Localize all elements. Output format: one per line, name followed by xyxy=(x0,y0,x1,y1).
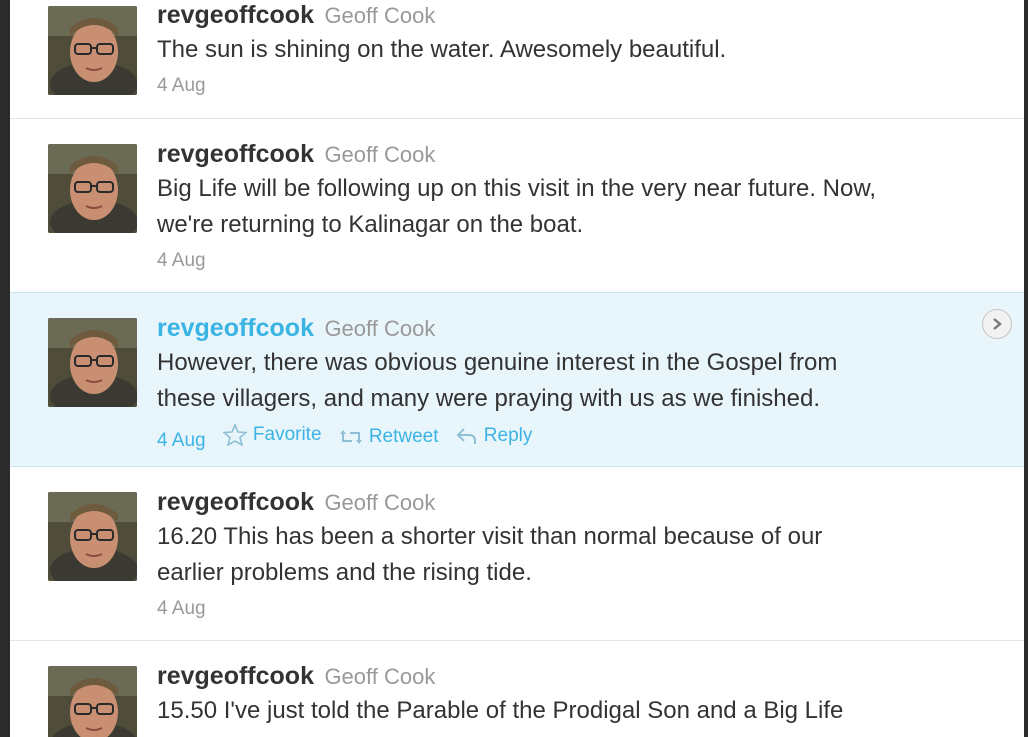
favorite-label: Favorite xyxy=(252,424,322,445)
retweet-label: Retweet xyxy=(368,426,439,447)
screen-name-link[interactable]: revgeoffcook xyxy=(157,488,314,516)
avatar[interactable] xyxy=(48,666,137,737)
tweet-text-line: we're returning to Kalinagar on the boat… xyxy=(157,211,584,238)
screen-name-link[interactable]: revgeoffcook xyxy=(157,662,314,690)
tweet-item[interactable]: revgeoffcook Geoff Cook However, there w… xyxy=(10,292,1024,467)
tweet-item[interactable]: revgeoffcook Geoff Cook Big Life will be… xyxy=(10,119,1024,293)
full-name: Geoff Cook xyxy=(324,664,436,689)
avatar-image xyxy=(48,6,137,95)
timestamp-link[interactable]: 4 Aug xyxy=(157,430,206,451)
tweet-text-line: The sun is shining on the water. Awesome… xyxy=(157,36,727,63)
tweet-item[interactable]: revgeoffcook Geoff Cook 15.50 I've just … xyxy=(10,641,1024,737)
tweet-text-line: 15.50 I've just told the Parable of the … xyxy=(157,697,844,724)
window-right-edge xyxy=(1024,0,1028,737)
avatar[interactable] xyxy=(48,6,137,95)
tweet-text-line: 16.20 This has been a shorter visit than… xyxy=(157,523,823,550)
full-name: Geoff Cook xyxy=(324,490,436,515)
favorite-button[interactable]: Favorite xyxy=(222,422,322,448)
reply-icon xyxy=(456,428,476,444)
retweet-button[interactable]: Retweet xyxy=(339,424,439,450)
tweet-item[interactable]: revgeoffcook Geoff Cook The sun is shini… xyxy=(10,0,1024,119)
screen-name-link[interactable]: revgeoffcook xyxy=(157,1,314,29)
avatar[interactable] xyxy=(48,492,137,581)
avatar-image xyxy=(48,318,137,407)
tweet-text: The sun is shining on the water. Awesome… xyxy=(157,32,984,68)
screen-name-link[interactable]: revgeoffcook xyxy=(157,314,314,342)
tweet-text-line: these villagers, and many were praying w… xyxy=(157,385,820,412)
tweet-text: Big Life will be following up on this vi… xyxy=(157,171,984,243)
timestamp-link[interactable]: 4 Aug xyxy=(157,250,206,271)
tweet-text-line: However, there was obvious genuine inter… xyxy=(157,349,838,376)
open-details-button[interactable] xyxy=(982,309,1012,339)
full-name: Geoff Cook xyxy=(324,142,436,167)
screen-name-link[interactable]: revgeoffcook xyxy=(157,140,314,168)
avatar-image xyxy=(48,492,137,581)
tweet-item[interactable]: revgeoffcook Geoff Cook 16.20 This has b… xyxy=(10,467,1024,641)
avatar-image xyxy=(48,666,137,737)
tweet-timeline[interactable]: revgeoffcook Geoff Cook The sun is shini… xyxy=(10,0,1024,737)
timestamp-link[interactable]: 4 Aug xyxy=(157,598,206,619)
star-icon xyxy=(222,424,247,446)
retweet-icon xyxy=(339,430,362,444)
chevron-right-icon xyxy=(993,318,1002,330)
tweet-text-line: earlier problems and the rising tide. xyxy=(157,559,532,586)
tweet-text: However, there was obvious genuine inter… xyxy=(157,345,984,417)
avatar[interactable] xyxy=(48,144,137,233)
avatar-image xyxy=(48,144,137,233)
reply-button[interactable]: Reply xyxy=(456,423,533,449)
tweet-text: 16.20 This has been a shorter visit than… xyxy=(157,519,984,591)
tweet-text: 15.50 I've just told the Parable of the … xyxy=(157,693,984,729)
reply-label: Reply xyxy=(483,425,533,446)
window-left-edge xyxy=(0,0,10,737)
full-name: Geoff Cook xyxy=(324,316,436,341)
full-name: Geoff Cook xyxy=(324,3,436,28)
timestamp-link[interactable]: 4 Aug xyxy=(157,75,206,96)
avatar[interactable] xyxy=(48,318,137,407)
tweet-text-line: Big Life will be following up on this vi… xyxy=(157,175,877,202)
